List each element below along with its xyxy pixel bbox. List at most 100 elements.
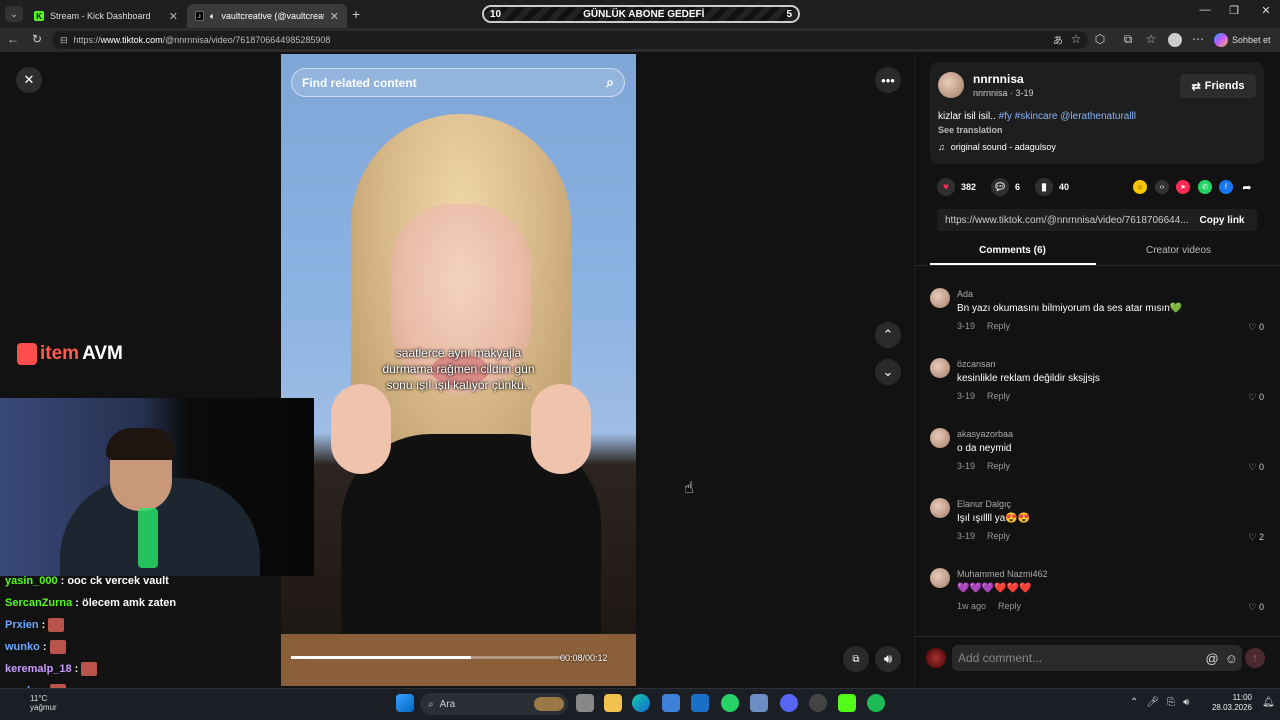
commenter-avatar[interactable]: [930, 568, 950, 588]
save-stat[interactable]: ▮ 40: [1035, 178, 1069, 196]
commenter-name[interactable]: akasyazorbaa: [957, 429, 1013, 439]
see-translation-link[interactable]: See translation: [938, 125, 1003, 135]
speaker-icon[interactable]: 🔈︎: [210, 11, 215, 22]
chat-username[interactable]: SercanZurna: [5, 597, 72, 609]
comment-stat[interactable]: 💬︎ 6: [991, 178, 1020, 196]
reload-icon[interactable]: ↻: [29, 32, 45, 46]
copy-link-button[interactable]: Copy link: [1188, 209, 1256, 231]
chat-username[interactable]: wunko: [5, 641, 40, 653]
comment-like[interactable]: ♡ 0: [1248, 602, 1264, 613]
copilot-chat-button[interactable]: Sohbet et: [1214, 31, 1271, 49]
comment-like[interactable]: ♡ 0: [1248, 462, 1264, 473]
whatsapp-taskbar-icon[interactable]: [721, 694, 739, 712]
commenter-name[interactable]: Muhammed Nazmi462: [957, 569, 1048, 579]
store-icon[interactable]: [662, 694, 680, 712]
next-video-button[interactable]: ⌄: [875, 359, 901, 385]
spotify-icon[interactable]: [867, 694, 885, 712]
app-icon[interactable]: [750, 694, 768, 712]
windows-start-icon[interactable]: [396, 694, 414, 712]
reply-button[interactable]: Reply: [987, 531, 1010, 541]
notification-bell-icon[interactable]: 🔔︎: [1262, 697, 1275, 708]
add-comment-input[interactable]: Add comment... @ ☺: [952, 645, 1242, 671]
site-info-icon[interactable]: ⊟: [60, 35, 68, 46]
mention-icon[interactable]: @: [1206, 651, 1219, 666]
tab-tiktok-video[interactable]: ♪ 🔈︎ vaultcreative (@vaultcreative) ✕: [187, 4, 347, 28]
address-bar[interactable]: ⊟ https://www.tiktok.com/@nnrnnisa/video…: [52, 31, 1088, 49]
description-tags[interactable]: #fy #skincare @lerathenaturalll: [999, 111, 1136, 122]
kick-taskbar-icon[interactable]: [838, 694, 856, 712]
close-tab-icon[interactable]: ✕: [330, 10, 339, 23]
whatsapp-icon[interactable]: ✆: [1198, 180, 1212, 194]
video-progress-bar[interactable]: [291, 656, 563, 659]
comment-date: 3-19: [957, 391, 976, 401]
more-menu-icon[interactable]: ⋯: [1190, 32, 1206, 46]
emoji-icon[interactable]: ☺: [1225, 651, 1238, 666]
forward-share-icon[interactable]: ➦: [1240, 180, 1254, 194]
chat-username[interactable]: yasin_000: [5, 575, 58, 587]
file-explorer-icon[interactable]: [604, 694, 622, 712]
close-window-icon[interactable]: ✕: [1254, 4, 1278, 17]
close-tab-icon[interactable]: ✕: [169, 10, 178, 23]
commenter-avatar[interactable]: [930, 288, 950, 308]
translate-icon[interactable]: あ: [1050, 32, 1066, 47]
new-tab-button[interactable]: +: [352, 6, 360, 22]
author-display-name[interactable]: nnrnnisa: [973, 72, 1024, 86]
split-screen-icon[interactable]: ⧉: [1120, 32, 1136, 47]
task-view-icon[interactable]: [576, 694, 594, 712]
logo-text-item: item: [40, 343, 80, 364]
commenter-name[interactable]: Ada: [957, 289, 973, 299]
reply-button[interactable]: Reply: [987, 321, 1010, 331]
edge-icon[interactable]: [632, 694, 650, 712]
weather-widget[interactable]: 11°C yağmur: [30, 694, 57, 712]
taskbar-clock[interactable]: 11:00 28.03.2026: [1210, 693, 1252, 713]
reply-button[interactable]: Reply: [987, 461, 1010, 471]
minimize-icon[interactable]: —: [1193, 4, 1217, 16]
tab-list-button[interactable]: ⌄: [5, 6, 23, 22]
tab-creator-videos[interactable]: Creator videos: [1096, 245, 1261, 265]
commenter-name[interactable]: Elanur Dalgıç: [957, 499, 1011, 509]
like-stat[interactable]: ♥ 382: [937, 178, 976, 196]
author-avatar[interactable]: [938, 72, 964, 98]
commenter-avatar[interactable]: [930, 498, 950, 518]
emoji-share-icon[interactable]: ☺: [1133, 180, 1147, 194]
commenter-avatar[interactable]: [930, 358, 950, 378]
comment-like[interactable]: ♡ 0: [1248, 322, 1264, 333]
sound-row[interactable]: ♫ original sound - adagulsoy: [938, 142, 1056, 152]
volume-button[interactable]: 🔊︎: [875, 646, 901, 672]
back-icon[interactable]: ←: [5, 32, 21, 46]
favorites-icon[interactable]: ☆: [1143, 32, 1159, 46]
system-tray[interactable]: ⌃🎤︎⎘🔊︎: [1130, 697, 1197, 708]
commenter-avatar[interactable]: [930, 428, 950, 448]
facebook-icon[interactable]: f: [1219, 180, 1233, 194]
maximize-icon[interactable]: ❐: [1222, 4, 1246, 17]
reply-button[interactable]: Reply: [998, 601, 1021, 611]
send-share-icon[interactable]: ➤: [1176, 180, 1190, 194]
comment-like[interactable]: ♡ 0: [1248, 392, 1264, 403]
extensions-icon[interactable]: ⬡: [1092, 32, 1108, 46]
tab-kick-dashboard[interactable]: K Stream - Kick Dashboard ✕: [26, 4, 186, 28]
favorite-star-icon[interactable]: ☆: [1068, 32, 1084, 46]
picture-in-picture-button[interactable]: ⧉: [843, 646, 869, 672]
find-related-search[interactable]: Find related content ⌕: [291, 68, 625, 97]
author-handle-date: nnrnnisa · 3-19: [973, 88, 1034, 98]
tab-comments[interactable]: Comments (6): [930, 245, 1095, 265]
search-icon[interactable]: ⌕: [606, 74, 614, 91]
obs-icon[interactable]: [809, 694, 827, 712]
post-comment-button[interactable]: ↑: [1245, 648, 1265, 668]
chat-username[interactable]: Prxien: [5, 619, 39, 631]
embed-icon[interactable]: ‹›: [1155, 180, 1169, 194]
close-video-button[interactable]: ✕: [16, 67, 42, 93]
previous-video-button[interactable]: ⌃: [875, 322, 901, 348]
reply-button[interactable]: Reply: [987, 391, 1010, 401]
discord-icon[interactable]: [780, 694, 798, 712]
taskbar-search[interactable]: ⌕ Ara: [420, 693, 568, 715]
chat-username[interactable]: keremalp_18: [5, 663, 72, 675]
user-avatar[interactable]: [926, 648, 946, 668]
shopping-bag-icon: [17, 343, 37, 365]
more-options-button[interactable]: •••: [875, 67, 901, 93]
comment-like[interactable]: ♡ 2: [1248, 532, 1264, 543]
profile-avatar[interactable]: [1168, 33, 1182, 47]
outlook-icon[interactable]: [691, 694, 709, 712]
friends-button[interactable]: ⇄ Friends: [1180, 74, 1256, 98]
commenter-name[interactable]: özcansan: [957, 359, 996, 369]
